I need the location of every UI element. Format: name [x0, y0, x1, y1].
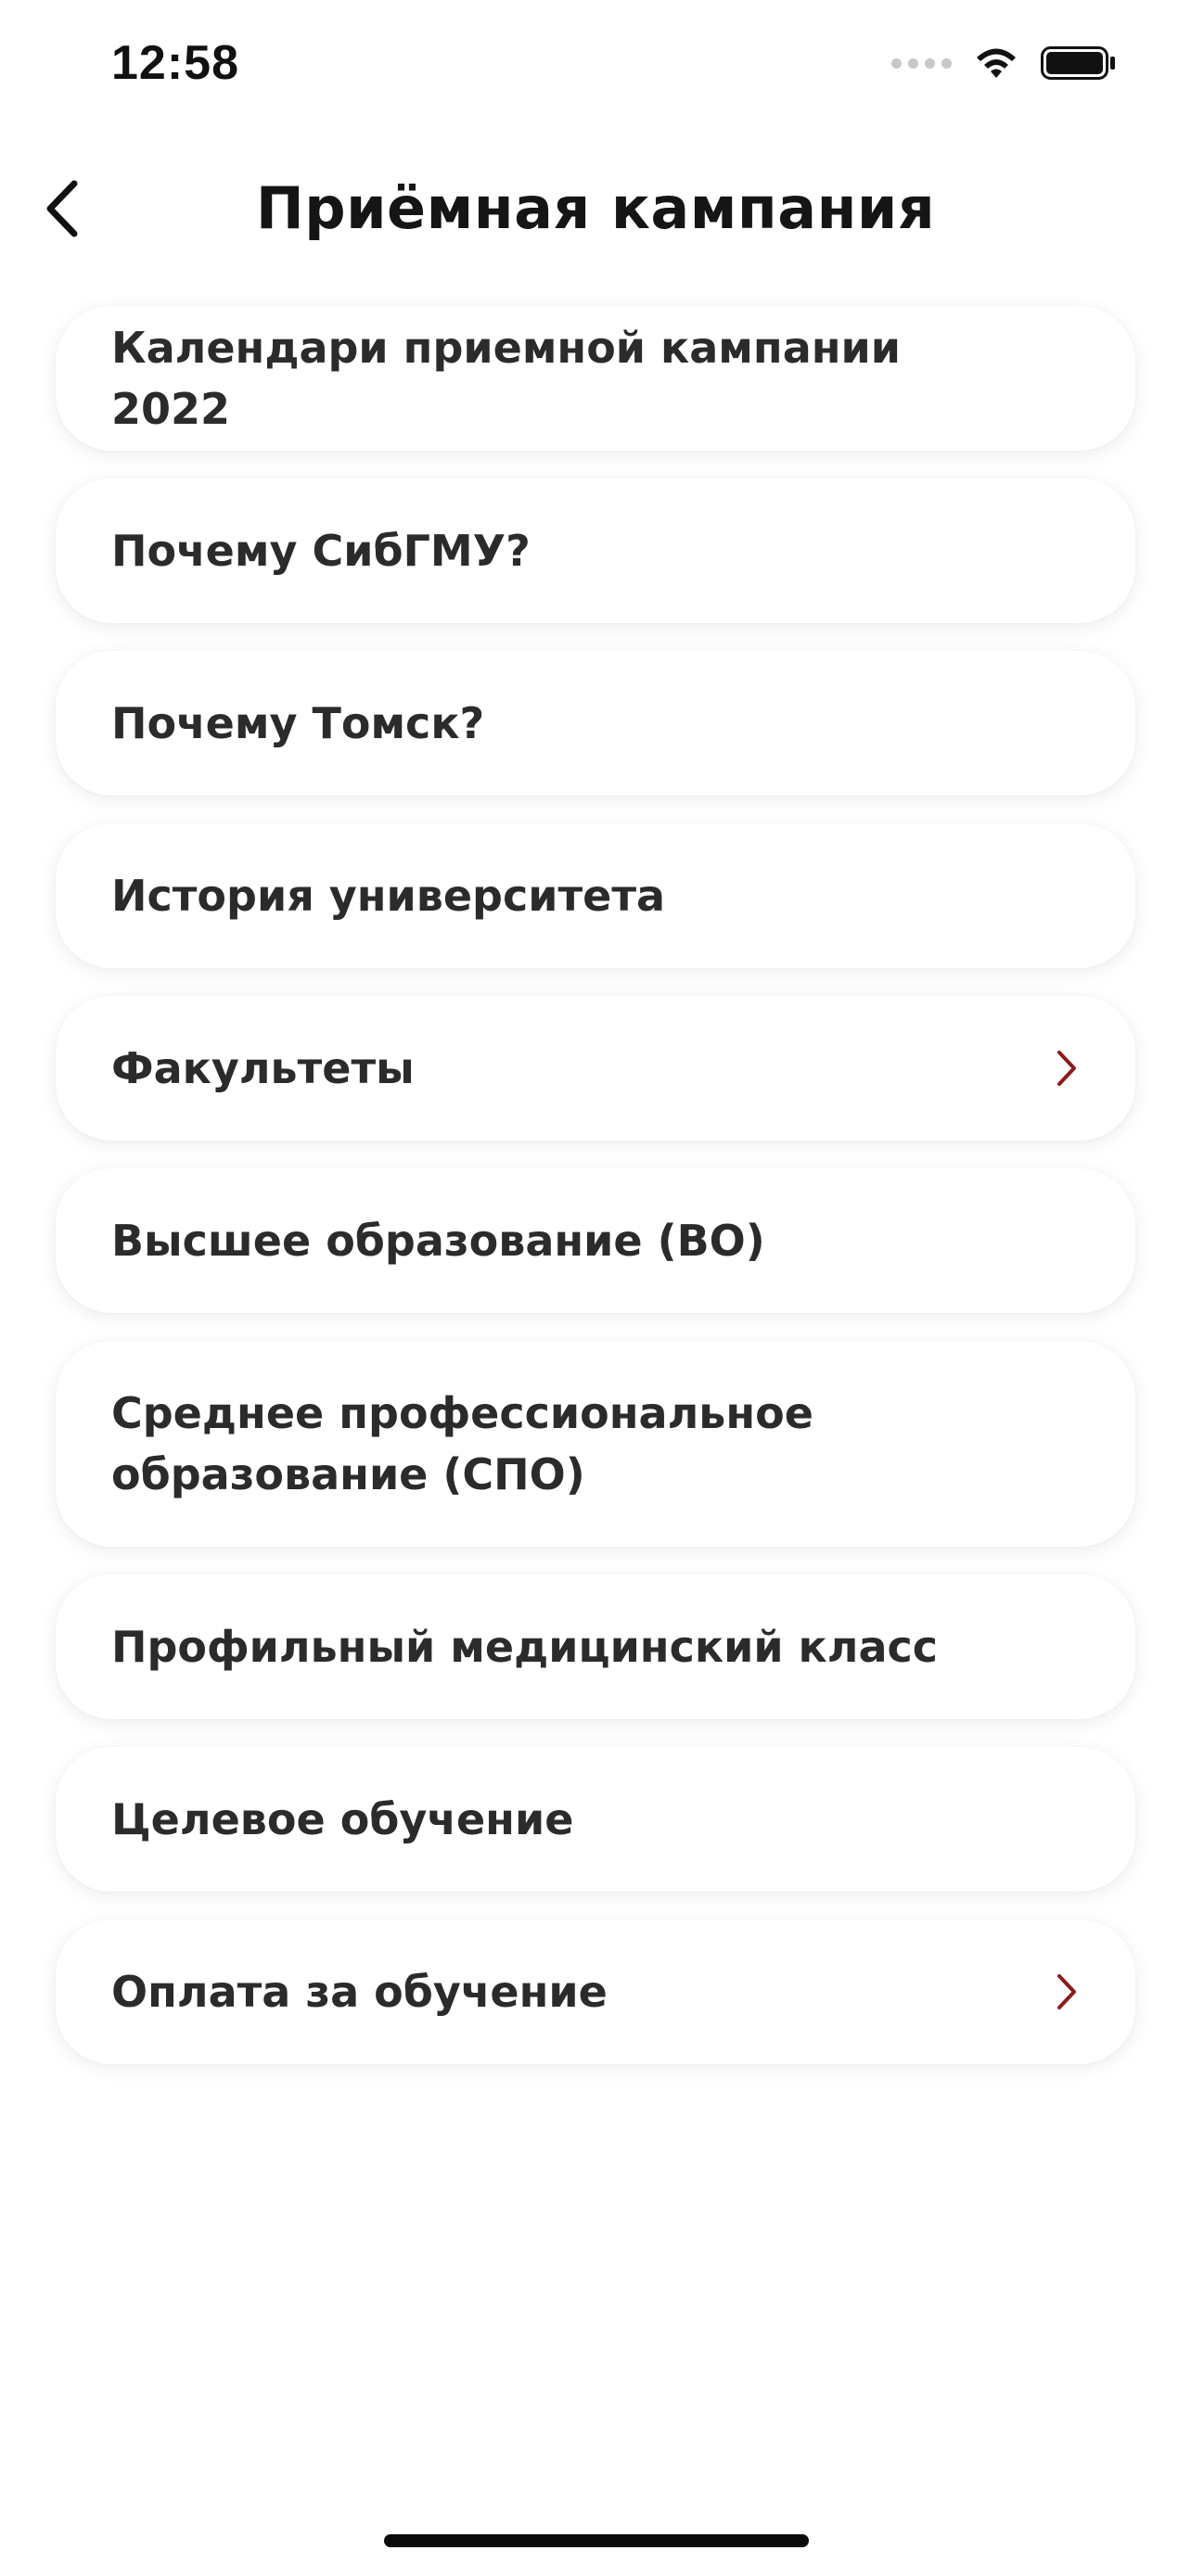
navigation-header: Приёмная кампания — [0, 139, 1191, 278]
menu-item-label: Профильный медицинский класс — [111, 1622, 939, 1672]
menu-item-tuition-payment[interactable]: Оплата за обучение — [56, 1919, 1135, 2064]
menu-item-label: Среднее профессиональное образование (СП… — [111, 1388, 813, 1499]
menu-item-faculties[interactable]: Факультеты — [56, 996, 1135, 1141]
menu-item-label: Высшее образование (ВО) — [111, 1216, 765, 1266]
menu-item-university-history[interactable]: История университета — [56, 823, 1135, 968]
menu-item-label: Календари приемной кампании 2022 — [111, 323, 901, 434]
menu-item-label: Почему СибГМУ? — [111, 526, 531, 576]
menu-item-label: Почему Томск? — [111, 698, 485, 748]
wifi-icon — [977, 48, 1016, 78]
menu-item-label: Факультеты — [111, 1043, 415, 1093]
battery-icon — [1041, 46, 1115, 80]
menu-item-label: История университета — [111, 871, 666, 921]
chevron-right-icon — [1056, 1971, 1083, 2012]
status-time: 12:58 — [111, 36, 239, 90]
menu-item-label: Оплата за обучение — [111, 1967, 608, 2017]
menu-item-why-sibgmu[interactable]: Почему СибГМУ? — [56, 478, 1135, 623]
menu-item-medical-class[interactable]: Профильный медицинский класс — [56, 1575, 1135, 1719]
menu-item-admission-calendars[interactable]: Календари приемной кампании 2022 — [56, 306, 1135, 451]
menu-item-secondary-vocational[interactable]: Среднее профессиональное образование (СП… — [56, 1341, 1135, 1547]
home-indicator[interactable] — [384, 2534, 809, 2547]
chevron-right-icon — [1056, 1048, 1083, 1089]
menu-item-higher-education[interactable]: Высшее образование (ВО) — [56, 1168, 1135, 1313]
menu-item-why-tomsk[interactable]: Почему Томск? — [56, 651, 1135, 796]
cellular-signal-icon — [891, 57, 952, 69]
page-title: Приёмная кампания — [255, 174, 936, 242]
menu-item-label: Целевое обучение — [111, 1794, 574, 1844]
status-icons — [891, 45, 1117, 82]
status-bar: 12:58 — [0, 0, 1191, 139]
menu-item-targeted-training[interactable]: Целевое обучение — [56, 1747, 1135, 1892]
